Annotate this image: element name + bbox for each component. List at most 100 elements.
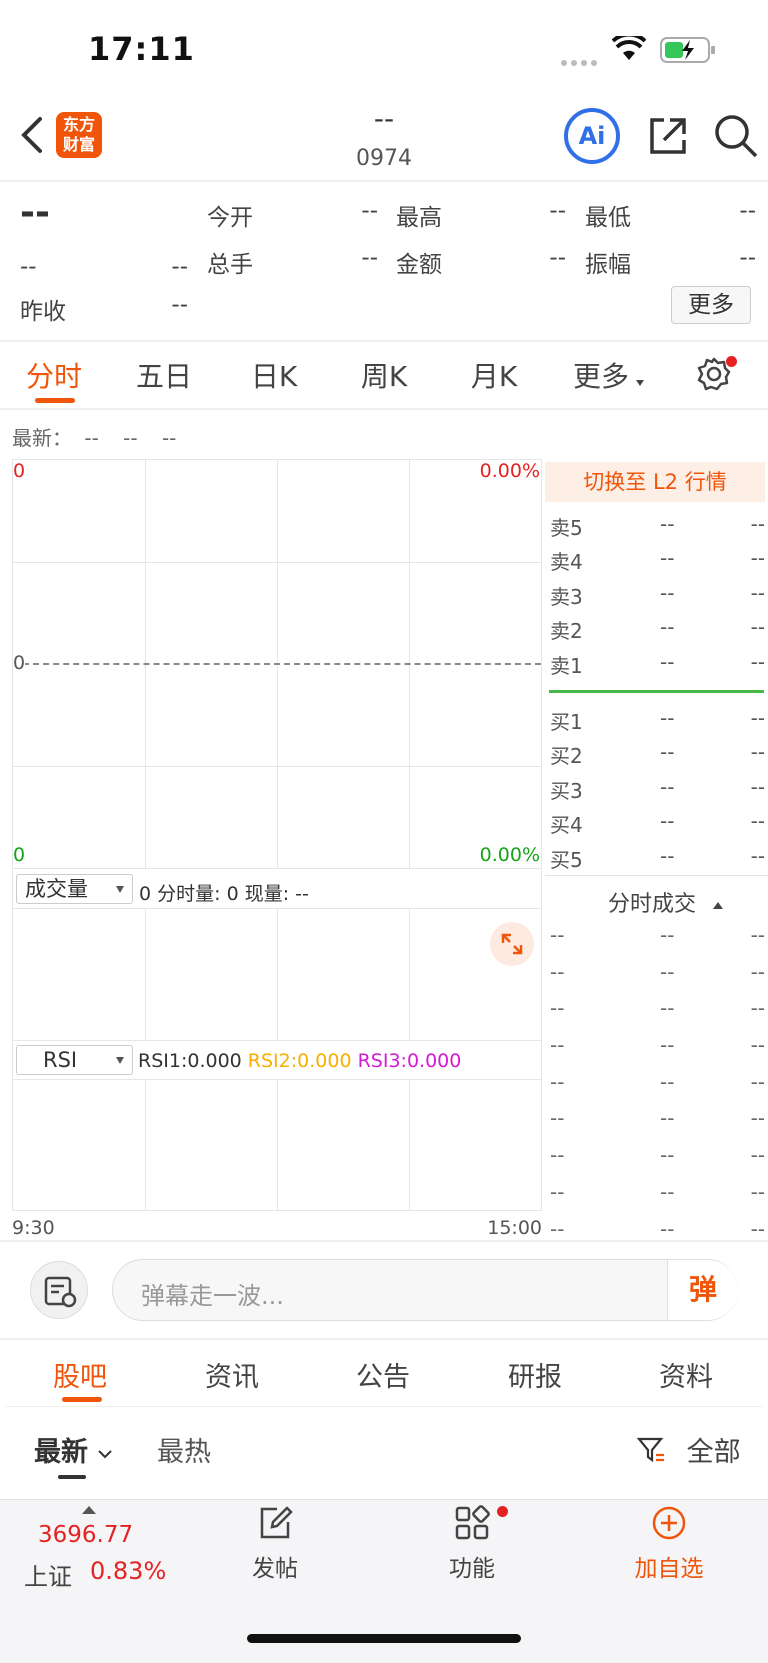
- tab-daily-k[interactable]: 日K: [236, 355, 312, 395]
- sell-row: 卖2 -- --: [550, 615, 765, 647]
- tab-monthly-k[interactable]: 月K: [456, 355, 532, 395]
- wifi-icon: [611, 32, 647, 66]
- rsi3-value: RSI3:0.000: [357, 1050, 462, 1072]
- tab-profile[interactable]: 资料: [626, 1355, 746, 1394]
- danmaku-settings-button[interactable]: [30, 1261, 88, 1319]
- buy-price: --: [660, 706, 675, 730]
- trades-title[interactable]: 分时成交: [608, 886, 724, 918]
- buy-row: 买1 -- --: [550, 706, 765, 738]
- trade-price: --: [660, 1180, 675, 1204]
- buy-volume: --: [750, 844, 765, 868]
- trade-time: --: [550, 1033, 565, 1057]
- sell-price: --: [660, 650, 675, 674]
- trades-divider: [545, 875, 768, 876]
- sell-volume: --: [750, 650, 765, 674]
- tab-news[interactable]: 资讯: [172, 1355, 292, 1394]
- apps-grid-icon: [455, 1505, 490, 1540]
- quote-volume-label: 总手: [207, 252, 253, 278]
- buy-price: --: [660, 844, 675, 868]
- section-tab-underline: [62, 1397, 102, 1402]
- volume-stats: 0 分时量: 0 现量: --: [139, 883, 309, 905]
- search-icon[interactable]: [712, 112, 760, 164]
- latest-row: 最新： -- -- --: [12, 422, 176, 451]
- ai-button[interactable]: Ai: [564, 108, 620, 164]
- tab-guba[interactable]: 股吧: [20, 1355, 140, 1394]
- volume-selector[interactable]: 成交量: [16, 874, 133, 904]
- quote-low-value: --: [739, 198, 756, 224]
- post-button[interactable]: 发帖: [200, 1505, 350, 1583]
- last-price: --: [20, 192, 50, 233]
- buy-price: --: [660, 809, 675, 833]
- latest-label: 最新：: [12, 426, 72, 450]
- trade-time: --: [550, 960, 565, 984]
- latest-v1: --: [84, 426, 99, 450]
- more-quote-button[interactable]: 更多: [671, 286, 751, 324]
- sell-price: --: [660, 615, 675, 639]
- trade-price: --: [660, 1070, 675, 1094]
- tab-intraday[interactable]: 分时: [16, 355, 92, 395]
- trade-volume: --: [750, 923, 765, 947]
- sell-row: 卖3 -- --: [550, 581, 765, 613]
- tab-research[interactable]: 研报: [475, 1355, 595, 1394]
- index-value[interactable]: 3696.77: [38, 1522, 133, 1548]
- trade-time: --: [550, 923, 565, 947]
- time-start-label: 9:30: [12, 1217, 55, 1239]
- buy-label: 买1: [550, 710, 583, 734]
- sell-volume: --: [750, 615, 765, 639]
- expand-chart-button[interactable]: [490, 922, 534, 966]
- index-change: 0.83%: [90, 1557, 167, 1585]
- trade-volume: --: [750, 1143, 765, 1167]
- buy-volume: --: [750, 740, 765, 764]
- trade-volume: --: [750, 1106, 765, 1130]
- trade-volume: --: [750, 1070, 765, 1094]
- sell-price: --: [660, 512, 675, 536]
- sort-hot[interactable]: 最热: [157, 1430, 211, 1469]
- quote-divider: [0, 340, 768, 342]
- sell-volume: --: [750, 546, 765, 570]
- buy-label: 买3: [550, 779, 583, 803]
- tab-more[interactable]: 更多: [563, 355, 639, 395]
- rsi-chart: [12, 1079, 542, 1211]
- quote-low-label: 最低: [585, 205, 631, 231]
- home-indicator: [247, 1634, 521, 1643]
- trade-price: --: [660, 923, 675, 947]
- danmaku-input[interactable]: 弹幕走一波... 弹: [112, 1259, 738, 1321]
- rsi-selector[interactable]: RSI: [16, 1045, 133, 1075]
- tab-five-day[interactable]: 五日: [126, 355, 202, 395]
- buy-label: 买5: [550, 848, 583, 872]
- buy-row: 买4 -- --: [550, 809, 765, 841]
- latest-v2: --: [123, 426, 138, 450]
- stock-detail-screen: 17:11 东方 财富 -- 0974 Ai -- -- -- 今开 -- 最高…: [0, 0, 768, 1663]
- functions-button[interactable]: 功能: [397, 1505, 547, 1583]
- sort-latest-underline: [58, 1475, 86, 1479]
- filter-button[interactable]: 全部: [636, 1430, 741, 1469]
- trade-time: --: [550, 1070, 565, 1094]
- trade-price: --: [660, 1033, 675, 1057]
- trade-price: --: [660, 960, 675, 984]
- quote-amount-value: --: [549, 245, 566, 271]
- edit-icon: [260, 1506, 293, 1539]
- volume-selector-label: 成交量: [25, 877, 88, 901]
- add-watchlist-button[interactable]: 加自选: [594, 1505, 744, 1583]
- buy-row: 买5 -- --: [550, 844, 765, 876]
- sort-latest[interactable]: 最新: [34, 1430, 113, 1469]
- rsi-values: RSI1:0.000 RSI2:0.000 RSI3:0.000: [138, 1050, 461, 1072]
- chart-top-left-label: 0: [13, 460, 26, 482]
- quote-amplitude-value: --: [739, 245, 756, 271]
- quote-high-value: --: [549, 198, 566, 224]
- tab-weekly-k[interactable]: 周K: [346, 355, 422, 395]
- sell-price: --: [660, 581, 675, 605]
- intraday-chart[interactable]: [12, 459, 542, 869]
- tab-announcements[interactable]: 公告: [323, 1355, 443, 1394]
- buy-row: 买3 -- --: [550, 775, 765, 807]
- trade-time: --: [550, 996, 565, 1020]
- chevron-down-icon: [98, 1449, 113, 1458]
- danmaku-send-button[interactable]: 弹: [668, 1260, 738, 1320]
- trade-volume: --: [750, 1217, 765, 1241]
- trade-time: --: [550, 1143, 565, 1167]
- share-icon[interactable]: [646, 114, 690, 162]
- sell-label: 卖4: [550, 550, 583, 574]
- quote-high-label: 最高: [396, 205, 442, 231]
- switch-l2-button[interactable]: 切换至 L2 行情: [545, 462, 765, 502]
- time-end-label: 15:00: [487, 1217, 542, 1239]
